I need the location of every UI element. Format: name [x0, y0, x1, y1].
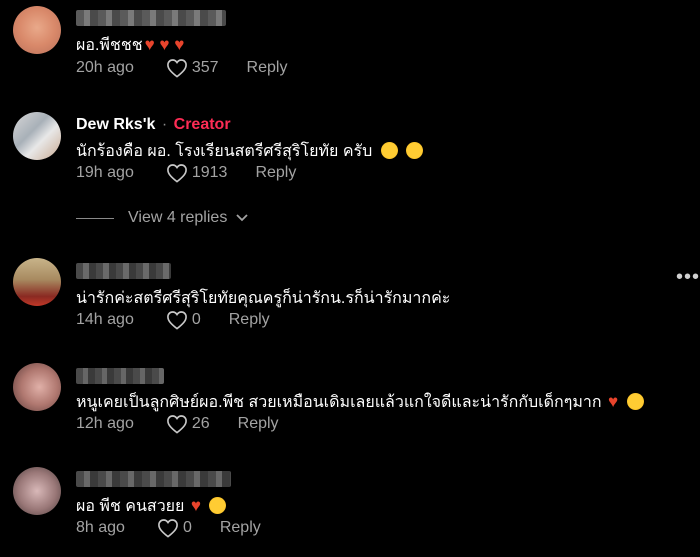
smiling-hearts-emoji	[406, 142, 424, 159]
comment-meta: 19h ago 1913 Reply	[76, 163, 296, 183]
broken-heart-emoji: ♥	[190, 496, 201, 515]
comment-feed: ผอ.พีชชช ♥ ♥ ♥ 20h ago 357 Reply Dew Rks'…	[0, 0, 700, 557]
heart-emoji: ♥ ♥ ♥	[144, 35, 185, 54]
comment-meta: 8h ago 0 Reply	[76, 518, 261, 538]
like-count: 0	[182, 519, 192, 536]
like-button[interactable]: 0	[166, 310, 201, 330]
timestamp: 8h ago	[76, 519, 125, 536]
reply-button[interactable]: Reply	[220, 519, 261, 537]
like-button[interactable]: 26	[166, 414, 210, 434]
smiling-hearts-emoji	[209, 497, 227, 514]
comment-text: ผอ.พีชชช ♥ ♥ ♥	[76, 35, 185, 54]
like-button[interactable]: 357	[166, 58, 219, 78]
more-options-icon[interactable]: •••	[676, 266, 700, 289]
view-replies-label: View 4 replies	[128, 209, 228, 226]
comment-meta: 12h ago 26 Reply	[76, 414, 279, 434]
heart-outline-icon	[166, 164, 187, 183]
like-button[interactable]: 1913	[166, 163, 228, 183]
avatar[interactable]	[13, 6, 61, 54]
username-blurred[interactable]	[76, 471, 231, 487]
view-replies-button[interactable]: View 4 replies	[76, 209, 249, 227]
timestamp: 12h ago	[76, 415, 134, 432]
comment-meta: 20h ago 357 Reply	[76, 58, 287, 78]
timestamp: 20h ago	[76, 59, 134, 76]
timestamp: 19h ago	[76, 164, 134, 181]
avatar[interactable]	[13, 363, 61, 411]
reply-button[interactable]: Reply	[247, 59, 288, 77]
heart-outline-icon	[166, 415, 187, 434]
avatar[interactable]	[13, 112, 61, 160]
creator-badge: Creator	[173, 116, 231, 133]
author-row: Dew Rks'k · Creator	[76, 116, 231, 133]
heart-outline-icon	[166, 59, 187, 78]
username-blurred[interactable]	[76, 368, 164, 384]
like-count: 357	[191, 59, 219, 76]
star-eyes-emoji	[380, 142, 398, 159]
reply-button[interactable]: Reply	[238, 415, 279, 433]
comment-text: หนูเคยเป็นลูกศิษย์ผอ.พีช สวยเหมือนเดิมเล…	[76, 390, 644, 415]
comment-meta: 14h ago 0 Reply	[76, 310, 270, 330]
avatar[interactable]	[13, 467, 61, 515]
username-blurred[interactable]	[76, 10, 226, 26]
avatar[interactable]	[13, 258, 61, 306]
chevron-down-icon	[236, 214, 248, 222]
like-count: 0	[191, 311, 201, 328]
timestamp: 14h ago	[76, 311, 134, 328]
like-button[interactable]: 0	[157, 518, 192, 538]
reply-button[interactable]: Reply	[229, 311, 270, 329]
heart-outline-icon	[158, 519, 178, 538]
smiling-hearts-emoji	[626, 393, 644, 410]
like-count: 26	[191, 415, 210, 432]
broken-heart-emoji: ♥	[607, 392, 619, 411]
like-count: 1913	[191, 164, 228, 181]
comment-text: น่ารักค่ะสตรีศรีสุริโยทัยคุณครูก็น่ารักน…	[76, 290, 451, 307]
comment-text: นักร้องคือ ผอ. โรงเรียนสตรีศรีสุริโยทัย …	[76, 139, 424, 164]
username-blurred[interactable]	[76, 263, 171, 279]
divider-line	[76, 217, 114, 219]
heart-outline-icon	[166, 311, 187, 330]
reply-button[interactable]: Reply	[255, 164, 296, 182]
author-name[interactable]: Dew Rks'k	[76, 116, 155, 133]
comment-text: ผอ พีช คนสวยย ♥	[76, 494, 227, 519]
